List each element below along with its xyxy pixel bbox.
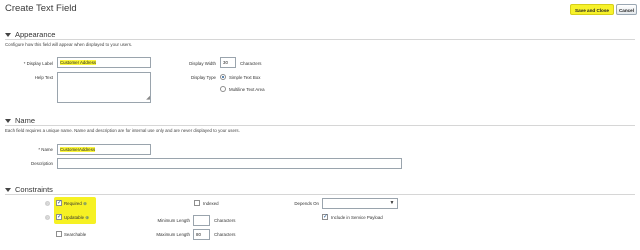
- display-label-input[interactable]: Customer Address: [57, 57, 151, 68]
- minimum-length-input[interactable]: [193, 215, 210, 226]
- help-icon[interactable]: ?: [45, 201, 50, 206]
- searchable-label: Searchable: [64, 232, 87, 237]
- lock-icon: ⊕: [83, 201, 87, 206]
- name-description: Each field requires a unique name. Name …: [5, 128, 240, 133]
- name-heading: Name: [15, 116, 36, 125]
- name-label: * Name: [38, 147, 53, 152]
- collapse-icon[interactable]: [5, 188, 11, 193]
- collapse-icon[interactable]: [5, 33, 11, 38]
- divider: [5, 125, 635, 126]
- searchable-checkbox[interactable]: [56, 231, 62, 237]
- appearance-section-header[interactable]: Appearance: [5, 30, 55, 39]
- help-icon[interactable]: ?: [45, 215, 50, 220]
- help-text-label: Help Text: [34, 75, 53, 80]
- help-text-textarea[interactable]: ◢: [57, 72, 151, 103]
- maximum-length-label: Maximum Length: [156, 232, 190, 237]
- appearance-description: Configure how this field will appear whe…: [5, 42, 133, 47]
- save-and-close-button[interactable]: Save and Close: [570, 4, 614, 15]
- display-width-label: Display Width: [189, 61, 216, 66]
- name-input[interactable]: CustomerAddress: [57, 144, 151, 155]
- updatable-label: Updatable ⊕: [64, 215, 89, 220]
- display-label-label: * Display Label: [23, 61, 53, 66]
- simple-text-box-label: Simple Text Box: [229, 75, 261, 80]
- updatable-checkbox[interactable]: ✓: [56, 214, 62, 220]
- indexed-checkbox[interactable]: [194, 200, 200, 206]
- cancel-button[interactable]: Cancel: [616, 4, 637, 15]
- lock-icon: ⊕: [85, 215, 89, 220]
- divider: [5, 194, 635, 195]
- radio-multiline-text-area[interactable]: [220, 86, 226, 92]
- include-in-service-payload-label: Include in Service Payload: [331, 215, 383, 220]
- display-type-label: Display Type: [190, 75, 216, 80]
- page-title: Create Text Field: [5, 3, 77, 14]
- minimum-length-unit: Characters: [214, 218, 236, 223]
- required-checkbox[interactable]: ✓: [56, 200, 62, 206]
- radio-simple-text-box[interactable]: [220, 74, 226, 80]
- minimum-length-label: Minimum Length: [157, 218, 190, 223]
- display-width-input[interactable]: 30: [220, 57, 236, 68]
- maximum-length-unit: Characters: [214, 232, 236, 237]
- include-in-service-payload-checkbox[interactable]: ✓: [322, 214, 328, 220]
- collapse-icon[interactable]: [5, 119, 11, 124]
- maximum-length-input[interactable]: 80: [193, 229, 210, 240]
- constraints-heading: Constraints: [15, 185, 53, 194]
- description-input[interactable]: [57, 158, 402, 169]
- display-width-unit: Characters: [240, 61, 262, 66]
- depends-on-label: Depends On: [294, 201, 319, 206]
- constraints-section-header[interactable]: Constraints: [5, 185, 53, 194]
- description-label: Description: [31, 161, 53, 166]
- required-label: Required ⊕: [64, 201, 87, 206]
- depends-on-select[interactable]: ▼: [322, 198, 398, 209]
- appearance-heading: Appearance: [15, 30, 56, 39]
- divider: [5, 39, 635, 40]
- name-section-header[interactable]: Name: [5, 116, 35, 125]
- multiline-text-area-label: Multiline Text Area: [229, 87, 265, 92]
- indexed-label: Indexed: [203, 201, 219, 206]
- chevron-down-icon[interactable]: ▼: [388, 200, 396, 207]
- resize-handle-icon[interactable]: ◢: [146, 94, 150, 103]
